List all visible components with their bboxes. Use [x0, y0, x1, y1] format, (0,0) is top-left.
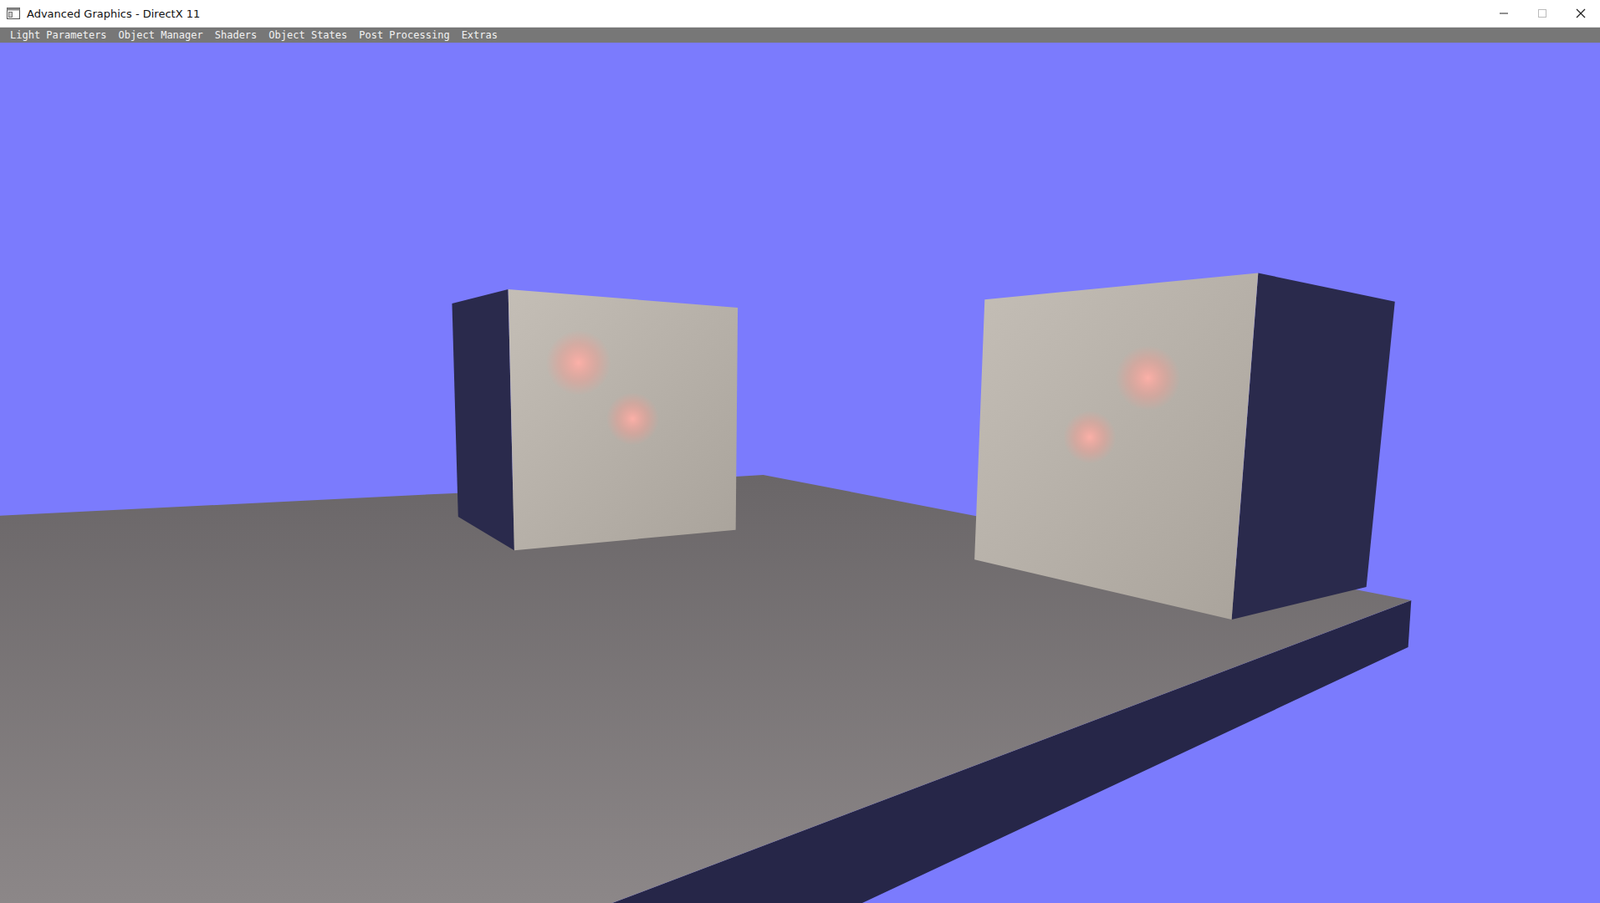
right-cube-front	[974, 273, 1258, 621]
menu-item[interactable]: Object Manager	[118, 27, 204, 43]
close-button[interactable]	[1561, 0, 1600, 27]
menu-item[interactable]: Object States	[268, 27, 348, 43]
minimize-icon	[1498, 8, 1509, 19]
light-glow	[546, 330, 612, 396]
light-glow	[606, 392, 660, 445]
menu-item[interactable]: Extras	[461, 27, 498, 43]
maximize-icon	[1537, 8, 1548, 19]
window-title: Advanced Graphics - DirectX 11	[26, 7, 200, 21]
app-icon	[6, 7, 21, 20]
sky	[0, 42, 1600, 903]
right-cube-side	[1231, 273, 1396, 621]
app-window: Advanced Graphics - DirectX 11 Light Para…	[0, 0, 1600, 903]
menu-item[interactable]: Light Parameters	[10, 27, 108, 43]
left-cube-front	[508, 289, 739, 551]
menu-item[interactable]: Post Processing	[358, 27, 450, 43]
minimize-button[interactable]	[1484, 0, 1524, 27]
scene-render	[0, 42, 1600, 903]
left-cube-side	[451, 289, 514, 551]
maximize-button	[1523, 0, 1562, 27]
light-glow	[1063, 410, 1116, 464]
light-glow	[1114, 345, 1181, 411]
menu-item[interactable]: Shaders	[214, 27, 258, 43]
close-icon	[1575, 8, 1586, 19]
render-viewport[interactable]	[0, 42, 1600, 903]
menu-bar: Light Parameters Object Manager Shaders Obj…	[0, 27, 1600, 43]
title-bar: Advanced Graphics - DirectX 11	[0, 0, 1600, 28]
